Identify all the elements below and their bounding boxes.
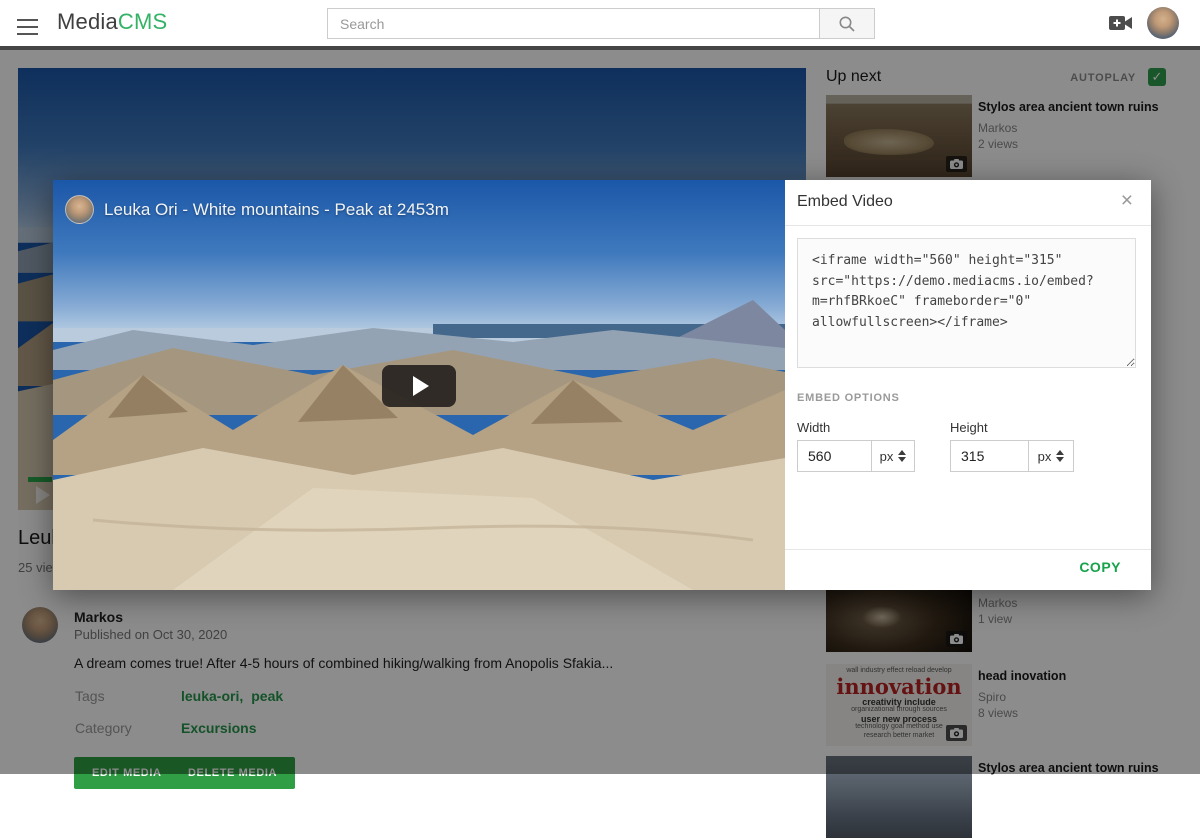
embed-video-modal: Leuka Ori - White mountains - Peak at 24… xyxy=(53,180,1151,590)
embed-options-label: EMBED OPTIONS xyxy=(797,392,900,404)
logo-text-cms: CMS xyxy=(118,9,168,34)
play-icon xyxy=(413,376,429,396)
embed-preview-player[interactable]: Leuka Ori - White mountains - Peak at 24… xyxy=(53,180,785,590)
height-unit-select[interactable]: px xyxy=(1028,440,1074,472)
height-input[interactable] xyxy=(950,440,1028,472)
preview-video-title: Leuka Ori - White mountains - Peak at 24… xyxy=(104,200,449,220)
width-unit-select[interactable]: px xyxy=(871,440,915,472)
modal-title: Embed Video xyxy=(797,193,893,211)
user-avatar[interactable] xyxy=(1147,7,1179,39)
search-button[interactable] xyxy=(819,8,875,39)
spinner-arrows-icon xyxy=(1056,450,1064,462)
height-field-group: px xyxy=(950,440,1074,472)
spinner-arrows-icon xyxy=(898,450,906,462)
unit-label: px xyxy=(880,449,894,464)
search-input[interactable] xyxy=(327,8,819,39)
width-label: Width xyxy=(797,420,830,435)
unit-label: px xyxy=(1038,449,1052,464)
logo-text-media: Media xyxy=(57,9,118,34)
top-navbar: MediaCMS xyxy=(0,0,1200,46)
search-icon xyxy=(838,15,856,33)
menu-icon[interactable] xyxy=(17,14,41,32)
close-icon[interactable]: × xyxy=(1121,190,1133,211)
width-field-group: px xyxy=(797,440,915,472)
mediacms-logo[interactable]: MediaCMS xyxy=(57,9,167,35)
width-input[interactable] xyxy=(797,440,871,472)
play-button[interactable] xyxy=(382,365,456,407)
copy-button[interactable]: COPY xyxy=(1079,559,1121,575)
search-bar xyxy=(327,8,875,39)
embed-options-panel: Embed Video × <iframe width="560" height… xyxy=(785,180,1151,590)
embed-code-textarea[interactable]: <iframe width="560" height="315" src="ht… xyxy=(797,238,1136,368)
upload-media-icon[interactable] xyxy=(1108,13,1134,33)
divider xyxy=(785,225,1151,226)
divider xyxy=(785,549,1151,550)
uploader-avatar[interactable] xyxy=(65,195,94,224)
height-label: Height xyxy=(950,420,988,435)
